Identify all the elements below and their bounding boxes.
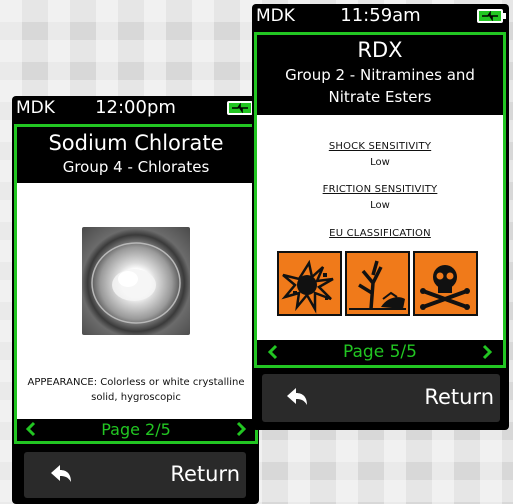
return-label: Return [424,385,494,409]
group-subtitle: Group 2 - Nitramines and Nitrate Esters [285,66,475,106]
return-arrow-icon [286,387,308,411]
group-subtitle: Group 4 - Chlorates [62,158,210,176]
friction-value: Low [370,200,390,211]
next-page-arrow[interactable] [235,421,247,441]
page-indicator: Page 5/5 [343,342,417,362]
return-button[interactable]: Return [262,374,500,422]
substance-photo [82,227,190,335]
eu-classification-heading: EU CLASSIFICATION [329,228,431,239]
shock-heading: SHOCK SENSITIVITY [328,141,432,152]
clock-time: 11:59am [340,5,421,26]
device-left: MDK 12:00pm Sodium Chlorate Group 4 - Ch… [12,96,259,504]
content-panel: SHOCK SENSITIVITY Low FRICTION SENSITIVI… [257,115,503,340]
status-bar: MDK 11:59am [252,4,509,30]
device-right: MDK 11:59am RDX Group 2 - Nitramines and… [252,4,509,430]
title-area: Sodium Chlorate Group 4 - Chlorates [17,127,255,183]
page-title: RDX [357,38,403,62]
content-panel: APPEARANCE: Colorless or white crystalli… [17,183,255,419]
battery-charging-icon [227,101,256,115]
page-indicator: Page 2/5 [101,420,171,439]
return-label: Return [170,462,240,486]
next-page-arrow[interactable] [481,344,493,364]
friction-heading: FRICTION SENSITIVITY [322,184,438,195]
status-bar: MDK 12:00pm [12,96,259,122]
info-screen: Sodium Chlorate Group 4 - Chlorates APPE… [14,124,258,444]
explosive-icon [277,251,342,316]
clock-time: 12:00pm [95,97,176,118]
page-title: Sodium Chlorate [48,131,224,155]
page-nav-bar: Page 5/5 [257,340,503,365]
return-arrow-icon [50,464,72,488]
page-nav-bar: Page 2/5 [17,419,255,441]
environmental-hazard-icon [345,251,410,316]
shock-value: Low [370,157,390,168]
battery-charging-icon [477,9,506,23]
appearance-text: APPEARANCE: Colorless or white crystalli… [27,377,245,403]
title-area: RDX Group 2 - Nitramines and Nitrate Est… [257,35,503,115]
info-screen: RDX Group 2 - Nitramines and Nitrate Est… [254,32,506,368]
toxic-skull-icon [413,251,478,316]
return-button[interactable]: Return [24,452,246,498]
